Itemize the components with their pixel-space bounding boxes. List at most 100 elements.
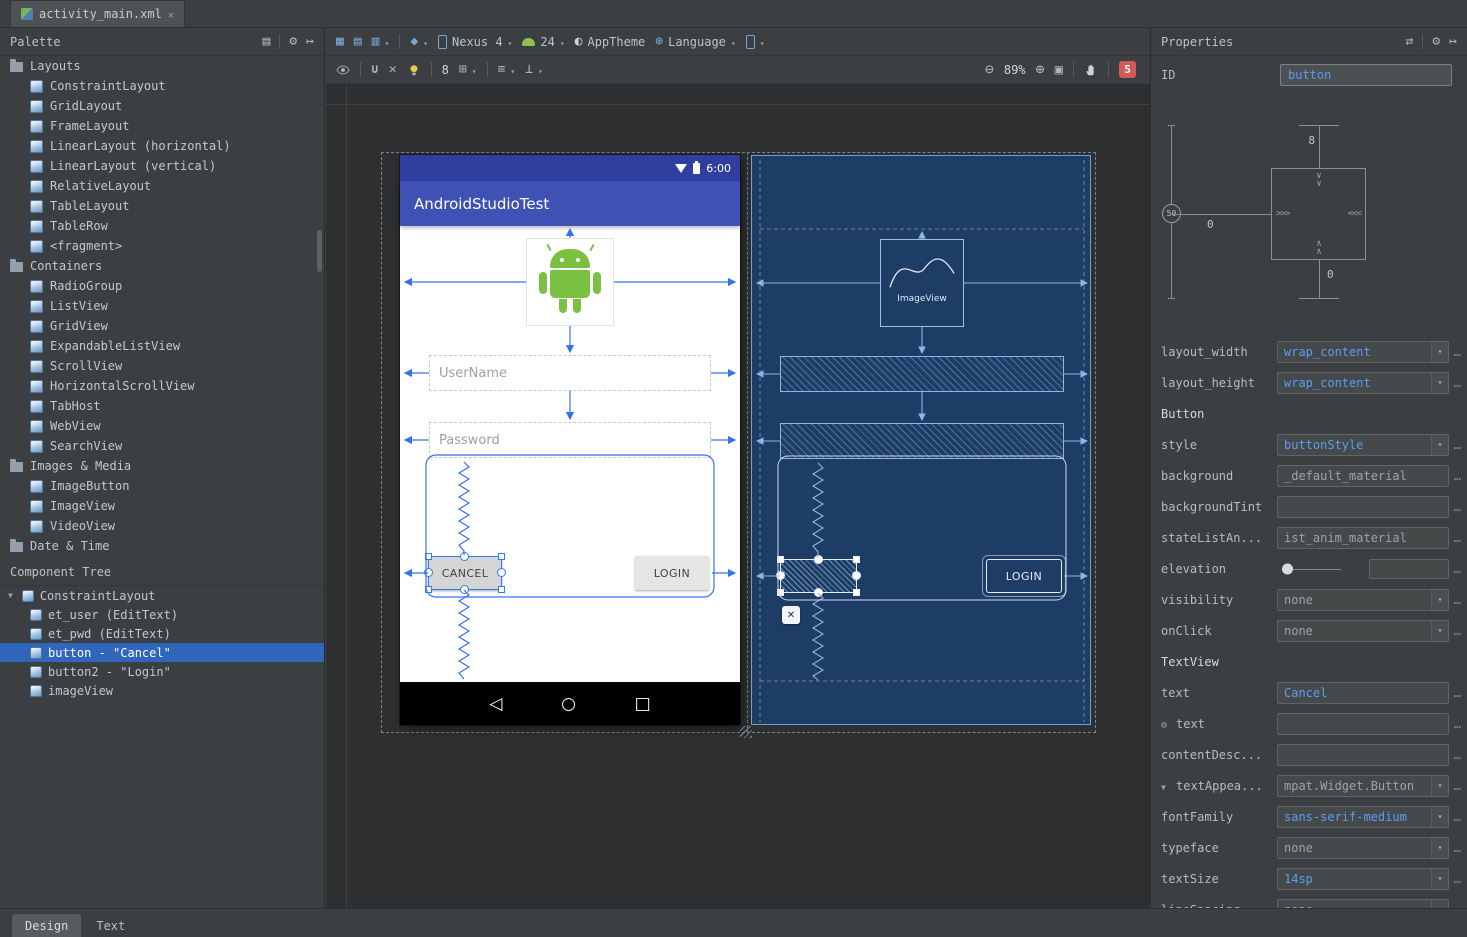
property-more-dots[interactable]: … [1449, 376, 1461, 390]
palette-item[interactable]: GridView [0, 316, 324, 336]
gear-icon[interactable] [289, 35, 297, 48]
language-selector[interactable]: Language [655, 35, 735, 49]
property-value-field[interactable]: _default_material [1277, 465, 1449, 487]
constraint-inspector[interactable]: 50 8 0 0 [1151, 116, 1467, 334]
password-edittext[interactable]: Password [429, 422, 711, 458]
show-design-icon[interactable] [336, 35, 344, 48]
imageview-widget[interactable] [526, 238, 614, 326]
property-value-field[interactable] [1277, 744, 1449, 766]
palette-item[interactable]: ImageButton [0, 476, 324, 496]
component-tree-item[interactable]: imageView [0, 681, 324, 700]
component-tree-item[interactable]: et_user (EditText) [0, 605, 324, 624]
theme-selector[interactable]: AppTheme [575, 35, 646, 49]
palette-item[interactable]: RadioGroup [0, 276, 324, 296]
palette-item[interactable]: <fragment> [0, 236, 324, 256]
show-blueprint-icon[interactable] [354, 35, 362, 48]
property-row[interactable]: onClick none … [1151, 615, 1467, 646]
component-tree-item[interactable]: button - "Cancel" [0, 643, 324, 662]
property-row[interactable]: visibility none … [1151, 584, 1467, 615]
property-row[interactable]: textAppea... mpat.Widget.Button … [1151, 770, 1467, 801]
blueprint-password-field[interactable] [780, 423, 1064, 459]
property-row[interactable]: text Cancel … [1151, 677, 1467, 708]
property-row[interactable]: elevation … [1151, 553, 1467, 584]
palette-item[interactable]: ExpandableListView [0, 336, 324, 356]
resize-handle[interactable] [425, 586, 432, 593]
palette-item[interactable]: VideoView [0, 516, 324, 536]
constraint-anchor[interactable] [852, 571, 861, 580]
blueprint-username-field[interactable] [780, 356, 1064, 392]
property-row[interactable]: backgroundTint … [1151, 491, 1467, 522]
property-value-field[interactable]: none [1277, 589, 1449, 611]
component-tree-item[interactable]: button2 - "Login" [0, 662, 324, 681]
clear-constraints-icon[interactable] [389, 63, 397, 76]
blueprint-imageview[interactable]: ImageView [880, 239, 964, 327]
gear-icon[interactable] [1432, 35, 1440, 48]
property-value-field[interactable]: Cancel [1277, 682, 1449, 704]
property-row[interactable]: text … [1151, 708, 1467, 739]
property-value-field[interactable] [1277, 496, 1449, 518]
palette-item[interactable]: SearchView [0, 436, 324, 456]
swap-panels-icon[interactable] [1406, 35, 1414, 48]
property-more-dots[interactable]: … [1449, 438, 1461, 452]
close-tab-icon[interactable] [168, 8, 174, 21]
component-tree-item[interactable]: et_pwd (EditText) [0, 624, 324, 643]
constraint-anchor[interactable] [497, 568, 506, 577]
property-more-dots[interactable]: … [1449, 624, 1461, 638]
property-value-field[interactable]: sans-serif-medium [1277, 806, 1449, 828]
constraint-anchor[interactable] [460, 552, 469, 561]
property-value-field[interactable]: none [1277, 837, 1449, 859]
resize-handle[interactable] [777, 556, 784, 563]
property-value-field[interactable]: buttonStyle [1277, 434, 1449, 456]
property-row[interactable]: style buttonStyle … [1151, 429, 1467, 460]
property-row[interactable]: layout_height wrap_content … [1151, 367, 1467, 398]
bottom-margin-value[interactable]: 0 [1327, 268, 1334, 281]
property-more-dots[interactable]: … [1449, 562, 1461, 576]
login-button-widget[interactable]: LOGIN [635, 556, 709, 590]
minimize-panel-icon[interactable] [306, 35, 314, 48]
property-row[interactable]: fontFamily sans-serif-medium … [1151, 801, 1467, 832]
palette-item[interactable]: ScrollView [0, 356, 324, 376]
palette-item[interactable]: GridLayout [0, 96, 324, 116]
property-more-dots[interactable]: … [1449, 748, 1461, 762]
resize-handle[interactable] [425, 553, 432, 560]
constraint-anchor[interactable] [814, 588, 823, 597]
property-more-dots[interactable]: … [1449, 531, 1461, 545]
palette-view-icon[interactable] [263, 35, 271, 48]
constraint-anchor[interactable] [460, 585, 469, 594]
property-value-field[interactable]: 14sp [1277, 868, 1449, 890]
property-more-dots[interactable]: … [1449, 841, 1461, 855]
api-selector[interactable]: 24 [522, 35, 564, 49]
property-more-dots[interactable]: … [1449, 345, 1461, 359]
property-value-field[interactable]: none [1277, 899, 1449, 909]
virtual-device-selector[interactable] [746, 35, 765, 49]
property-more-dots[interactable]: … [1449, 810, 1461, 824]
autoconnect-icon[interactable] [371, 63, 379, 76]
editor-tab-activity-main[interactable]: activity_main.xml [10, 0, 185, 27]
palette-item[interactable]: RelativeLayout [0, 176, 324, 196]
property-more-dots[interactable]: … [1449, 593, 1461, 607]
property-row[interactable]: TextView … [1151, 646, 1467, 677]
palette-item[interactable]: LinearLayout (horizontal) [0, 136, 324, 156]
palette-item[interactable]: Containers [0, 256, 324, 276]
palette-item[interactable]: TableRow [0, 216, 324, 236]
design-canvas[interactable]: 6:00 AndroidStudioTest UserName Password [326, 84, 1150, 908]
palette-item[interactable]: WebView [0, 416, 324, 436]
property-row[interactable]: typeface none … [1151, 832, 1467, 863]
palette-item[interactable]: ConstraintLayout [0, 76, 324, 96]
bottom-tab[interactable]: Text [83, 914, 138, 937]
infer-constraints-bulb-icon[interactable] [407, 63, 421, 77]
zoom-in-icon[interactable] [1036, 62, 1045, 77]
property-more-dots[interactable]: … [1449, 469, 1461, 483]
top-margin-value[interactable]: 8 [1297, 134, 1315, 147]
minimize-panel-icon[interactable] [1449, 35, 1457, 48]
property-more-dots[interactable]: … [1449, 500, 1461, 514]
palette-item[interactable]: ImageView [0, 496, 324, 516]
resize-handle[interactable] [853, 556, 860, 563]
constraint-anchor[interactable] [814, 555, 823, 564]
property-more-dots[interactable]: … [1449, 779, 1461, 793]
blueprint-login-button[interactable]: LOGIN [986, 559, 1062, 593]
constraint-anchor[interactable] [424, 568, 433, 577]
blueprint-cancel-button[interactable] [780, 559, 857, 593]
property-more-dots[interactable]: … [1449, 717, 1461, 731]
pan-hand-icon[interactable] [1084, 63, 1098, 77]
